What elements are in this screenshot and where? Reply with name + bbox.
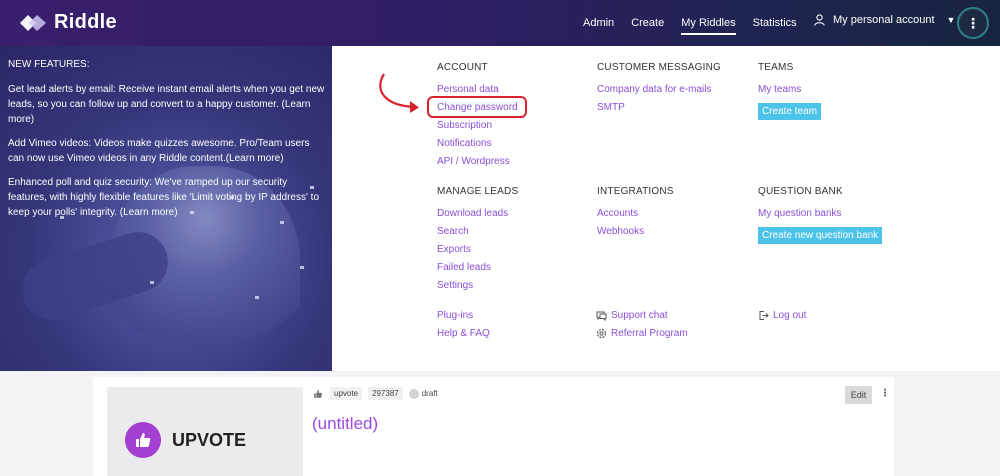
logo-text: Riddle	[54, 11, 117, 33]
main-nav: Admin Create My Riddles Statistics	[583, 0, 814, 46]
manage-leads-heading: MANAGE LEADS	[437, 186, 519, 197]
referral-program-label: Referral Program	[611, 328, 688, 339]
thumbs-up-icon	[312, 388, 324, 400]
link-referral-program[interactable]: Referral Program	[596, 328, 688, 339]
nav-statistics[interactable]: Statistics	[753, 17, 797, 29]
link-smtp[interactable]: SMTP	[597, 99, 757, 117]
link-log-out[interactable]: Log out	[758, 310, 806, 321]
logout-icon	[759, 311, 769, 320]
new-features-title: NEW FEATURES:	[8, 59, 90, 70]
riddle-id: 297387	[368, 387, 403, 400]
logo[interactable]: Riddle	[18, 11, 117, 34]
link-search[interactable]: Search	[437, 223, 587, 241]
feature-lead-alerts[interactable]: Get lead alerts by email: Receive instan…	[8, 82, 326, 127]
teams-heading: TEAMS	[758, 62, 794, 73]
link-support-chat[interactable]: Support chat	[596, 310, 668, 321]
thumbnail-type-label: UPVOTE	[172, 430, 247, 450]
link-company-data[interactable]: Company data for e-mails	[597, 81, 757, 99]
integrations-section: INTEGRATIONS Accounts Webhooks	[597, 186, 757, 241]
customer-messaging-section: CUSTOMER MESSAGING Company data for e-ma…	[597, 62, 757, 117]
riddle-title[interactable]: (untitled)	[312, 414, 378, 434]
top-header: Riddle Admin Create My Riddles Statistic…	[0, 0, 1000, 46]
account-heading: ACCOUNT	[437, 62, 488, 73]
confetti	[255, 296, 259, 299]
link-failed-leads[interactable]: Failed leads	[437, 259, 587, 277]
feature-security[interactable]: Enhanced poll and quiz security: We've r…	[8, 175, 326, 220]
teams-section: TEAMS My teams Create team	[758, 62, 958, 120]
new-features-content: NEW FEATURES: Get lead alerts by email: …	[8, 57, 326, 229]
header-more-button[interactable]: ⋮	[957, 7, 989, 39]
log-out-label: Log out	[773, 310, 807, 321]
customer-messaging-heading: CUSTOMER MESSAGING	[597, 62, 721, 73]
riddle-logo-icon	[20, 14, 46, 31]
nav-my-riddles[interactable]: My Riddles	[681, 17, 737, 35]
link-help-faq[interactable]: Help & FAQ	[437, 328, 490, 339]
link-exports[interactable]: Exports	[437, 241, 587, 259]
link-plugins[interactable]: Plug-ins	[437, 310, 473, 321]
link-notifications[interactable]: Notifications	[437, 135, 587, 153]
riddle-status-label: draft	[421, 388, 438, 398]
upvote-thumb-icon	[125, 422, 161, 458]
riddle-meta: upvote 297387 draft	[312, 387, 438, 400]
change-password-highlight	[427, 96, 527, 118]
gear-icon	[596, 328, 607, 339]
nav-create[interactable]: Create	[631, 17, 664, 29]
link-settings[interactable]: Settings	[437, 277, 587, 295]
link-accounts[interactable]: Accounts	[597, 205, 757, 223]
create-question-bank-button[interactable]: Create new question bank	[758, 227, 883, 244]
card-more-icon[interactable]: ⋮	[880, 388, 890, 399]
manage-leads-section: MANAGE LEADS Download leads Search Expor…	[437, 186, 587, 295]
status-dot-icon	[408, 388, 419, 399]
link-subscription[interactable]: Subscription	[437, 117, 587, 135]
help-faq-label: Help & FAQ	[437, 328, 490, 339]
annotation-arrow-icon	[379, 73, 419, 113]
riddle-type-tag: upvote	[330, 387, 363, 400]
create-team-button[interactable]: Create team	[758, 103, 822, 120]
question-bank-heading: QUESTION BANK	[758, 186, 843, 197]
account-label: My personal account	[833, 14, 935, 26]
chat-icon	[596, 311, 607, 321]
feature-vimeo-videos[interactable]: Add Vimeo videos: Videos make quizzes aw…	[8, 136, 326, 166]
plugins-label: Plug-ins	[437, 310, 474, 321]
account-dropdown-menu: ACCOUNT Personal data Change password Su…	[332, 46, 1000, 371]
confetti	[150, 281, 154, 284]
nav-admin[interactable]: Admin	[583, 17, 614, 29]
link-download-leads[interactable]: Download leads	[437, 205, 587, 223]
user-icon	[814, 14, 825, 26]
question-bank-section: QUESTION BANK My question banks Create n…	[758, 186, 958, 244]
support-chat-label: Support chat	[611, 310, 668, 321]
more-vertical-icon: ⋮	[966, 14, 980, 31]
link-webhooks[interactable]: Webhooks	[597, 223, 757, 241]
link-my-teams[interactable]: My teams	[758, 81, 958, 99]
riddle-status: draft	[408, 388, 438, 399]
confetti	[300, 266, 304, 269]
link-my-question-banks[interactable]: My question banks	[758, 205, 958, 223]
link-api-wordpress[interactable]: API / Wordpress	[437, 153, 587, 171]
edit-button[interactable]: Edit	[845, 386, 872, 404]
new-features-panel: NEW FEATURES: Get lead alerts by email: …	[0, 46, 332, 371]
chevron-down-icon: ▼	[946, 15, 956, 25]
account-menu-button[interactable]: My personal account ▼	[814, 14, 955, 26]
integrations-heading: INTEGRATIONS	[597, 186, 674, 197]
